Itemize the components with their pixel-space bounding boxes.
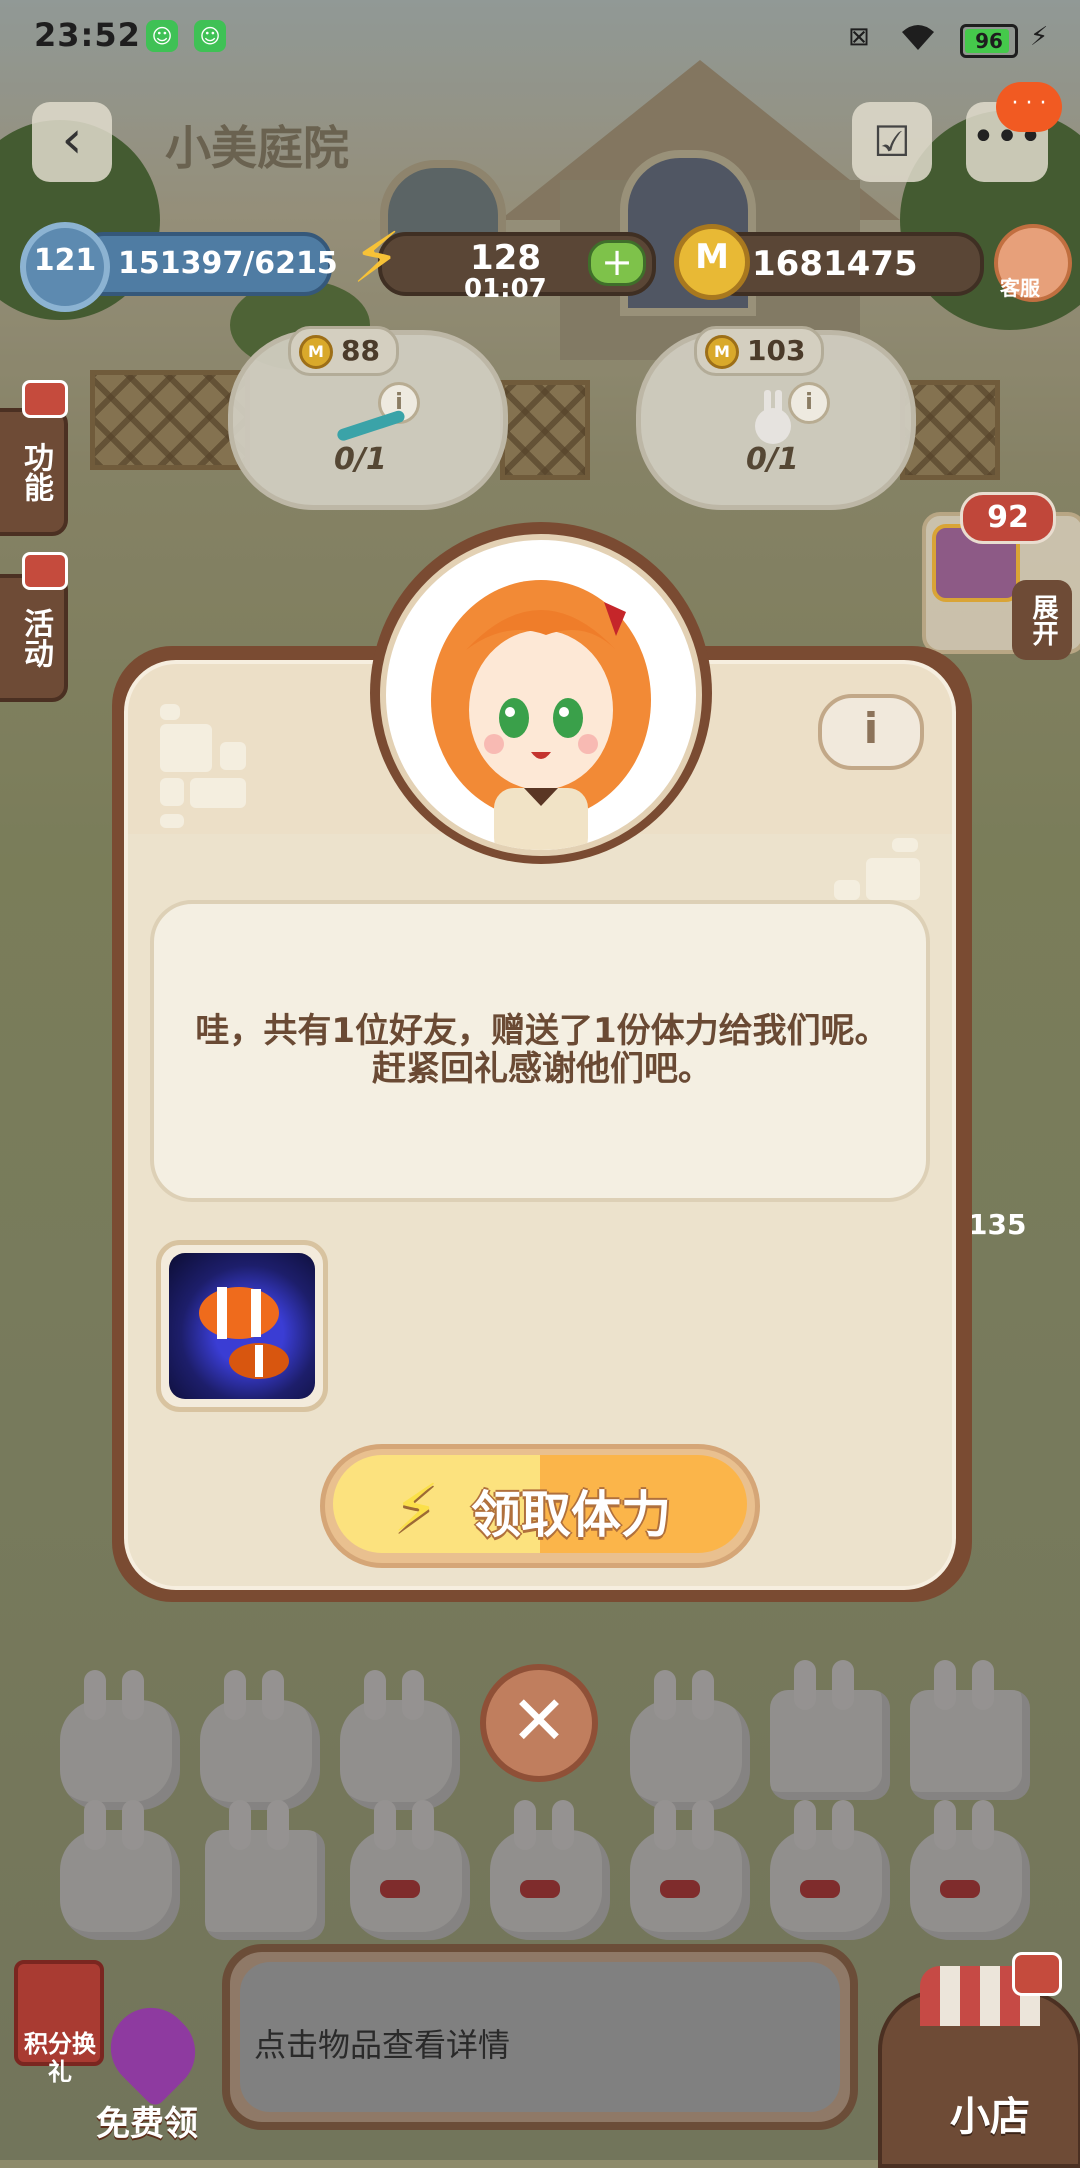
- chest-count-badge: 92: [960, 492, 1056, 544]
- decoration: [160, 814, 184, 828]
- side-number: 135: [968, 1208, 1027, 1241]
- add-energy-button[interactable]: +: [588, 240, 646, 286]
- sim-off-icon: ⊠: [848, 22, 870, 52]
- npc-girl-portrait: [431, 580, 651, 850]
- xp-value: 151397/6215: [118, 246, 338, 281]
- claim-energy-button[interactable]: ⚡ 领取体力: [320, 1444, 760, 1568]
- decoration: [160, 778, 184, 806]
- bunny-chair-icon: [755, 390, 791, 444]
- energy-value: 128: [470, 238, 541, 278]
- coin-icon: M: [674, 224, 750, 300]
- back-arrow-icon: ‹: [61, 110, 83, 170]
- npc-avatar: [380, 534, 702, 856]
- page-title: 小美庭院: [165, 121, 349, 175]
- decoration: [160, 704, 180, 720]
- function-tab[interactable]: 功能: [0, 408, 68, 536]
- coin-icon: M: [705, 335, 739, 369]
- lightning-icon: ⚡: [393, 1470, 440, 1547]
- decoration: [834, 880, 860, 900]
- decoration: [220, 742, 246, 770]
- order-progress: 0/1: [746, 442, 799, 477]
- order-price: M 103: [694, 326, 825, 376]
- free-claim-label[interactable]: 免费领: [96, 2096, 198, 2145]
- expand-tab[interactable]: 展开: [1012, 580, 1072, 660]
- app-notification-icon: ☺: [146, 20, 178, 52]
- app-notification-icon: ☺: [194, 20, 226, 52]
- order-progress: 0/1: [334, 442, 387, 477]
- pipe-tool-icon: [337, 410, 405, 441]
- dialog-info-button[interactable]: i: [818, 694, 924, 770]
- decoration: [160, 724, 212, 772]
- item-tip-text: 点击物品查看详情: [254, 2026, 511, 2064]
- status-time: 23:52: [34, 16, 141, 54]
- coin-icon: M: [299, 335, 333, 369]
- decoration: [190, 778, 246, 808]
- gift-message: 哇，共有1位好友，赠送了1份体力给我们呢。赶紧回礼感谢他们吧。: [195, 1011, 889, 1089]
- activity-tab[interactable]: 活动: [0, 574, 68, 702]
- decoration: [866, 858, 920, 900]
- shop-label[interactable]: 小店: [950, 2084, 1030, 2142]
- energy-icon: ⚡: [352, 217, 402, 299]
- battery-level: 96: [975, 29, 1003, 53]
- customer-service-label[interactable]: 客服: [1000, 272, 1040, 301]
- status-bar: 23:52 ☺ ☺ ⊠ 96 ⚡: [0, 0, 1080, 80]
- check-icon: ☑: [873, 117, 911, 166]
- order-price: M 88: [288, 326, 399, 376]
- gift-icon: [22, 552, 68, 590]
- level-badge[interactable]: 121: [20, 222, 110, 312]
- coin-value: 1681475: [752, 244, 918, 284]
- close-button[interactable]: ✕: [480, 1664, 598, 1782]
- wifi-icon: [898, 22, 938, 52]
- energy-timer: 01:07: [464, 274, 547, 304]
- friend-avatar[interactable]: [156, 1240, 328, 1412]
- clownfish-photo: [169, 1253, 315, 1399]
- gift-icon: [22, 380, 68, 418]
- notification-dot: · · ·: [996, 82, 1062, 132]
- battery-icon: 96: [960, 24, 1018, 58]
- gift-icon: [1012, 1952, 1062, 1996]
- points-exchange-label[interactable]: 积分换礼: [20, 2030, 100, 2086]
- charging-icon: ⚡: [1030, 22, 1049, 52]
- claim-energy-label: 领取体力: [471, 1486, 671, 1544]
- decoration: [892, 838, 918, 852]
- back-button[interactable]: ‹: [32, 102, 112, 182]
- xp-bar: 151397/6215: [76, 232, 338, 296]
- check-button[interactable]: ☑: [852, 102, 932, 182]
